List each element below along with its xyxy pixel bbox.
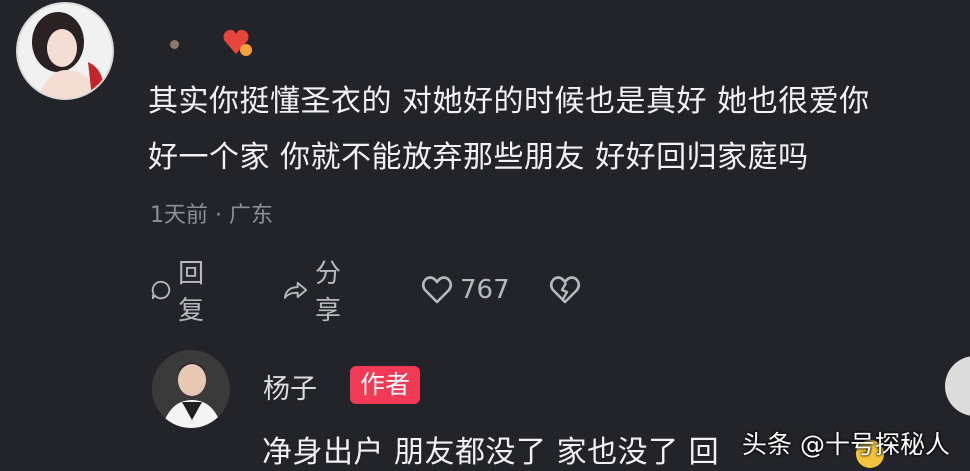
reply-text: 净身出户 朋友都没了 家也没了 回 [262,435,720,470]
avatar-portrait-icon [152,350,230,428]
author-avatar[interactable] [152,350,230,428]
avatar-portrait-icon [18,4,112,98]
user-level-dot [170,40,179,49]
comment-text-line-2: 好一个家 你就不能放弃那些朋友 好好回归家庭吗 [148,140,809,175]
share-button[interactable]: 分享 [282,253,352,327]
like-button[interactable]: 767 [420,274,510,306]
like-count: 767 [460,275,510,305]
author-tag-badge: 作者 [350,366,421,404]
comment-text-line-1: 其实你挺懂圣衣的 对她好的时候也是真好 她也很爱你 [148,84,870,119]
heart-icon [421,276,453,304]
dislike-button[interactable] [548,274,582,306]
comment-meta: 1天前 · 广东 [150,203,273,228]
reply-button[interactable]: 回复 [150,253,214,327]
share-label: 分享 [315,259,342,326]
side-avatar[interactable] [945,356,970,416]
author-username[interactable]: 杨子 [263,367,317,406]
dislike-icon [549,276,581,304]
share-icon [283,281,308,299]
fan-badge-icon [223,29,252,56]
commenter-avatar[interactable] [16,2,114,100]
comment-icon [151,280,171,300]
reply-label: 回复 [178,259,205,326]
watermark: 头条 @十号探秘人 [742,430,950,459]
